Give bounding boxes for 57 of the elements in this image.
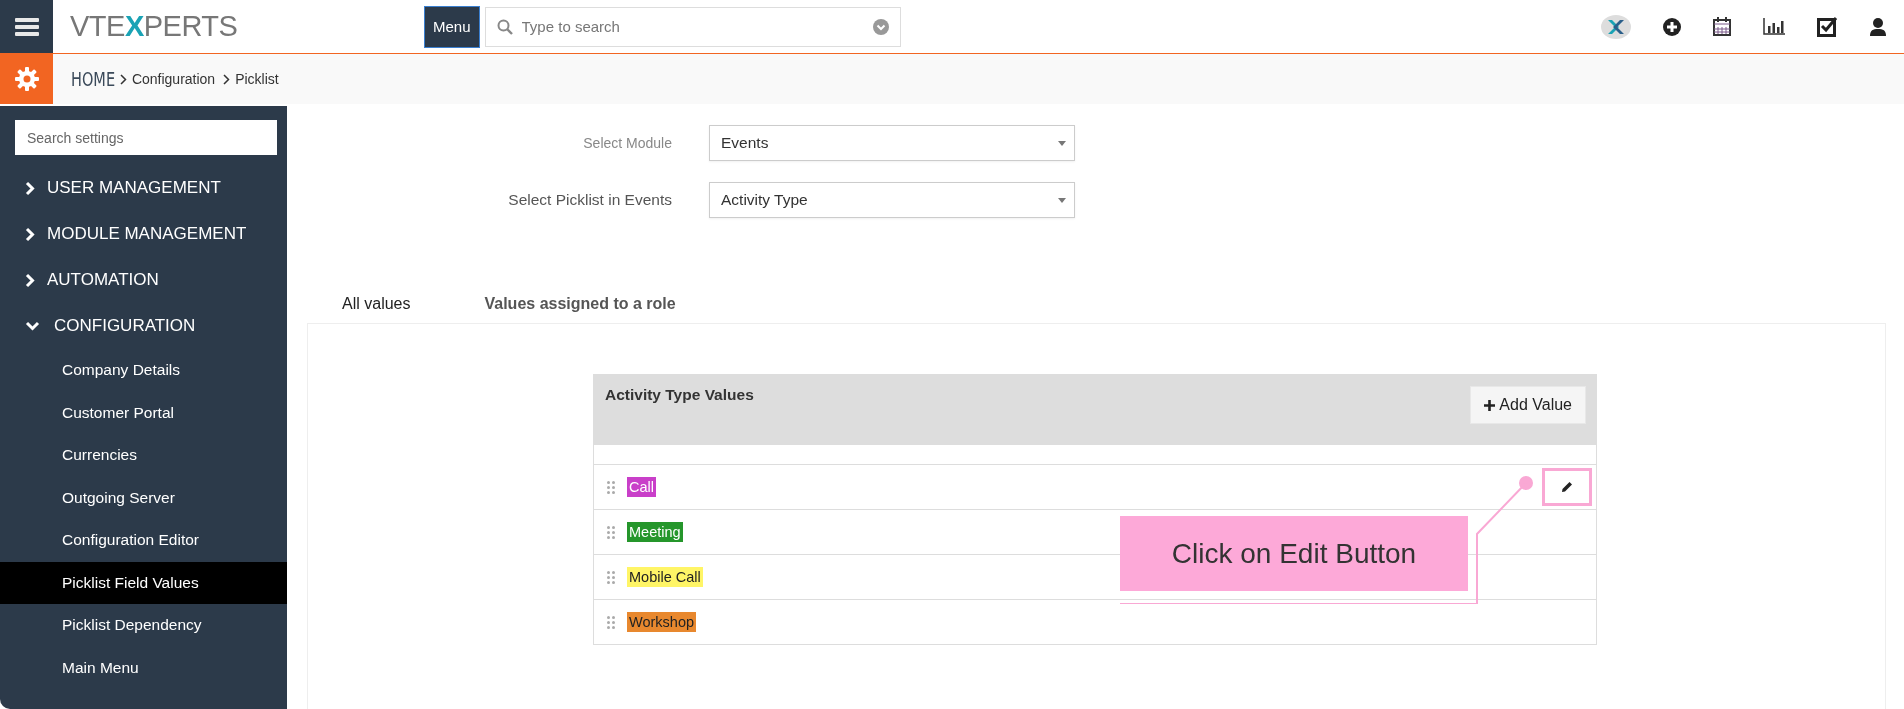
picklist-value-tag: Mobile Call [627,567,703,587]
sidebar-section[interactable]: CONFIGURATION [0,303,287,349]
chevron-right-icon [25,272,35,288]
caret-icon [1058,197,1066,203]
menu-button[interactable]: Menu [424,5,480,48]
sidebar-item[interactable]: Picklist Field Values [0,561,287,604]
table-title: Activity Type Values [605,386,754,405]
add-value-button[interactable]: Add Value [1470,386,1586,424]
tab[interactable]: Values assigned to a role [484,295,676,313]
menu-icon [14,16,39,37]
chevron-down-icon [25,321,40,331]
breadcrumb-link[interactable]: Configuration [131,71,216,87]
picklist-value-tag: Meeting [627,522,683,542]
sidebar-item[interactable]: Currencies [0,434,287,477]
field-label: Select Picklist in Events [507,191,673,209]
plus-circle-icon[interactable] [1663,17,1681,36]
search-field[interactable]: Type to search [484,6,901,47]
drag-handle-icon[interactable] [607,480,615,494]
chevron-right-icon [25,180,35,196]
sidebar-section[interactable]: AUTOMATION [0,257,287,303]
search-field[interactable]: Search settings [15,120,277,155]
annotation-callout: Click on Edit Button [1120,516,1468,591]
sidebar-item[interactable]: Picklist Dependency [0,604,287,647]
select-field[interactable]: Activity Type [709,182,1075,218]
picklist-value-tag: Workshop [627,612,696,632]
drag-handle-icon[interactable] [607,615,615,629]
user-icon[interactable] [1870,17,1886,36]
select-field[interactable]: Events [709,125,1075,161]
sidebar-item[interactable]: Configuration Editor [0,519,287,562]
sidebar-item[interactable]: Company Details [0,349,287,392]
app-logo-icon[interactable] [1601,14,1631,39]
breadcrumb-link[interactable]: Picklist [235,71,279,87]
caret-icon [1058,140,1066,146]
sidebar-item[interactable]: Main Menu [0,646,287,689]
chevron-right-icon [25,226,35,242]
sidebar-section[interactable]: USER MANAGEMENT [0,165,287,211]
plus-icon [1484,399,1496,411]
chevron-down-icon [872,18,889,35]
checkbox-icon[interactable] [1817,16,1838,37]
calendar-icon[interactable] [1713,17,1731,36]
chevron-right-icon [119,73,127,85]
chevron-right-icon [223,73,231,85]
sidebar-section[interactable]: MODULE MANAGEMENT [0,211,287,257]
sidebar-item[interactable]: Customer Portal [0,391,287,434]
bar-chart-icon[interactable] [1763,18,1785,35]
menu-button[interactable] [0,0,53,53]
logo[interactable]: VTEXPERTS [70,10,410,43]
drag-handle-icon[interactable] [607,570,615,584]
field-label: Select Module [582,135,673,151]
edit-button[interactable] [1542,468,1592,506]
search-icon [496,18,513,35]
picklist-value-tag: Call [627,477,656,497]
breadcrumb-link[interactable]: HOME [71,68,116,90]
pencil-icon [1561,481,1573,493]
sidebar-item[interactable]: Outgoing Server [0,476,287,519]
tab[interactable]: All values [342,295,411,313]
drag-handle-icon[interactable] [607,525,615,539]
